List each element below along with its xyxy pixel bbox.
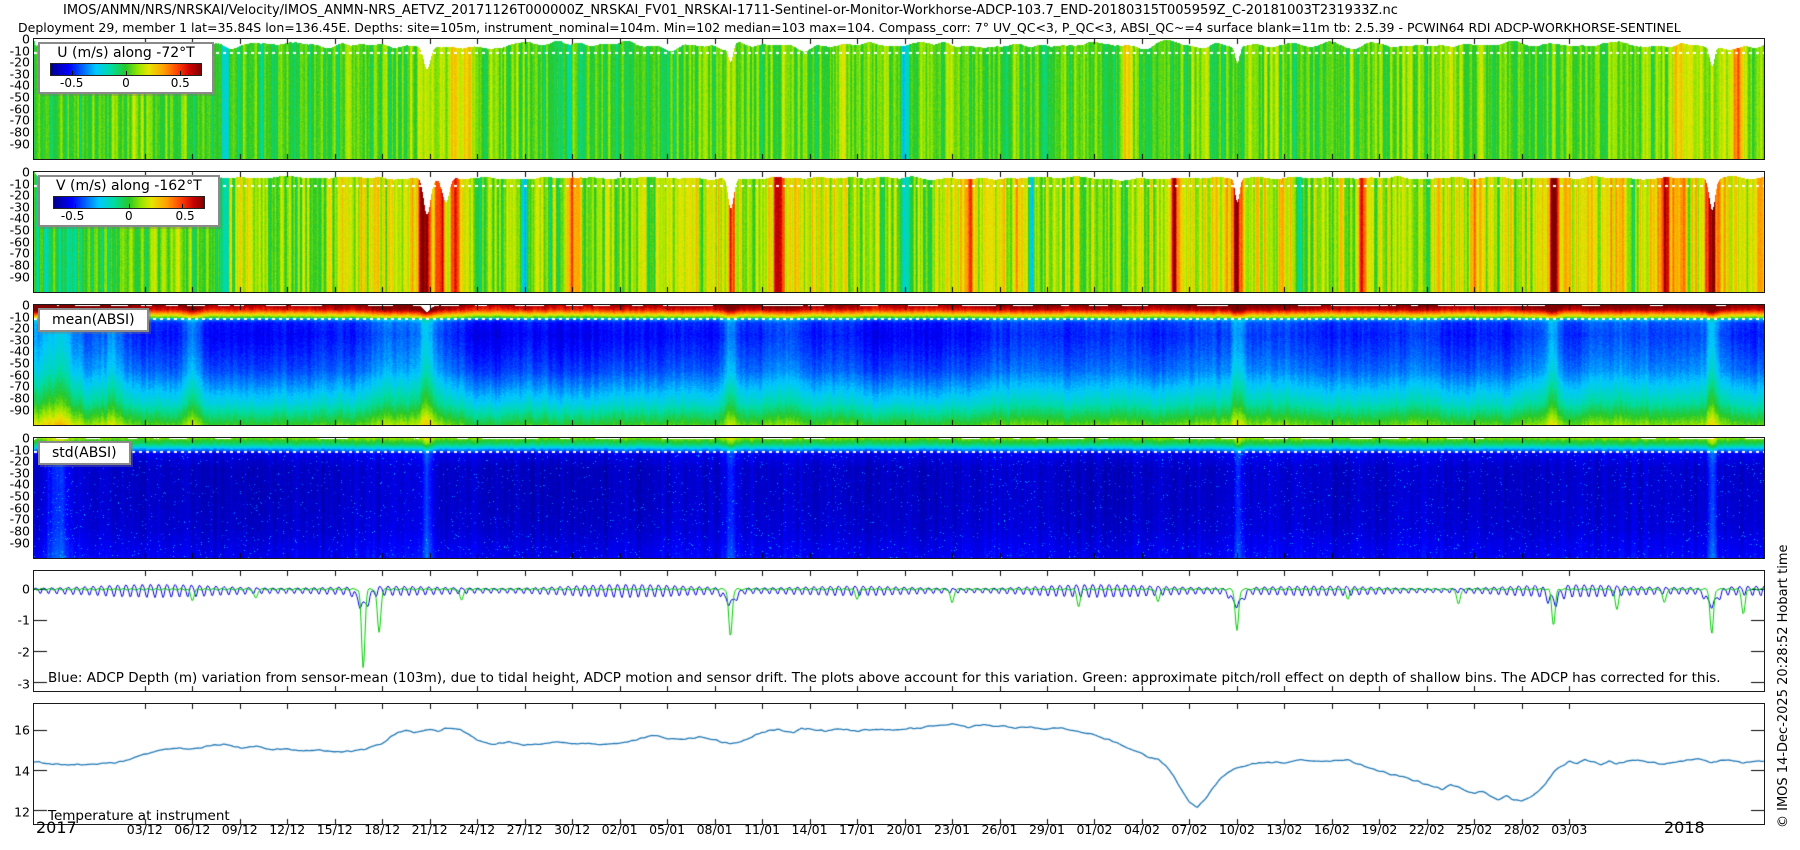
adcp-summary-figure: IMOS/ANMN/NRS/NRSKAI/Velocity/IMOS_ANMN-… — [0, 0, 1800, 850]
x-tick-label: 28/02 — [1504, 822, 1540, 837]
y-tick-label: 12 — [0, 804, 30, 819]
mean-absi-heatmap — [34, 305, 1764, 425]
colorbar-tickmark — [126, 71, 127, 75]
x-tick-label: 03/03 — [1551, 822, 1587, 837]
x-axis-year-start: 2017 — [36, 818, 77, 837]
x-tick-label: 04/02 — [1124, 822, 1160, 837]
x-tick-label: 11/01 — [744, 822, 780, 837]
mean-absi-label: mean(ABSI) — [38, 308, 149, 332]
x-tick-label: 03/12 — [127, 822, 163, 837]
x-axis-year-end: 2018 — [1664, 818, 1705, 837]
x-tick-label: 02/01 — [602, 822, 638, 837]
v-colorbar-legend: V (m/s) along -162°T -0.5 0 0.5 — [38, 175, 220, 227]
colorbar-tick-label: 0.5 — [171, 76, 190, 90]
imos-watermark: © IMOS 14-Dec-2025 20:28:52 Hobart time — [1776, 544, 1791, 828]
colorbar-tickmark — [182, 204, 183, 208]
x-tick-label: 15/12 — [317, 822, 353, 837]
y-tick-label: -90 — [0, 535, 30, 550]
colorbar-tick-label: 0.5 — [176, 209, 195, 223]
colorbar-tick-label: 0 — [122, 76, 130, 90]
depth-variation-panel: Blue: ADCP Depth (m) variation from sens… — [33, 570, 1765, 692]
y-tick-label: -90 — [0, 136, 30, 151]
x-tick-label: 29/01 — [1029, 822, 1065, 837]
u-velocity-heatmap — [34, 39, 1764, 159]
x-tick-label: 25/02 — [1456, 822, 1492, 837]
x-tick-label: 21/12 — [412, 822, 448, 837]
u-velocity-panel: U (m/s) along -72°T -0.5 0 0.5 — [33, 38, 1765, 160]
x-tick-label: 09/12 — [222, 822, 258, 837]
u-colorbar-legend: U (m/s) along -72°T -0.5 0 0.5 — [38, 42, 214, 94]
x-tick-label: 16/02 — [1314, 822, 1350, 837]
std-absi-panel: std(ABSI) — [33, 437, 1765, 559]
u-colorbar — [50, 63, 202, 76]
u-colorbar-ticklabels: -0.5 0 0.5 — [50, 76, 202, 90]
colorbar-tickmark — [180, 71, 181, 75]
std-absi-heatmap — [34, 438, 1764, 558]
y-tick-label: -3 — [0, 676, 30, 691]
colorbar-tick-label: -0.5 — [60, 76, 83, 90]
colorbar-tick-label: 0 — [125, 209, 133, 223]
x-tick-label: 20/01 — [887, 822, 923, 837]
y-tick-label: -90 — [0, 269, 30, 284]
v-colorbar-ticklabels: -0.5 0 0.5 — [50, 209, 208, 223]
x-tick-label: 07/02 — [1171, 822, 1207, 837]
colorbar-tickmark — [72, 71, 73, 75]
y-tick-label: -1 — [0, 613, 30, 628]
y-tick-label: -2 — [0, 645, 30, 660]
std-absi-label: std(ABSI) — [38, 441, 131, 465]
y-tick-label: 0 — [0, 581, 30, 596]
v-velocity-heatmap — [34, 172, 1764, 292]
x-tick-label: 27/12 — [507, 822, 543, 837]
x-tick-label: 10/02 — [1219, 822, 1255, 837]
x-tick-label: 17/01 — [839, 822, 875, 837]
x-tick-label: 01/02 — [1076, 822, 1112, 837]
x-tick-label: 08/01 — [697, 822, 733, 837]
x-tick-label: 24/12 — [459, 822, 495, 837]
x-tick-label: 23/01 — [934, 822, 970, 837]
v-legend-label: V (m/s) along -162°T — [50, 178, 208, 196]
x-tick-label: 22/02 — [1409, 822, 1445, 837]
temperature-panel: Temperature at instrument — [33, 703, 1765, 825]
colorbar-tickmark — [129, 204, 130, 208]
x-tick-label: 19/02 — [1361, 822, 1397, 837]
mean-absi-panel: mean(ABSI) — [33, 304, 1765, 426]
x-tick-label: 05/01 — [649, 822, 685, 837]
u-legend-label: U (m/s) along -72°T — [50, 45, 202, 63]
colorbar-tick-label: -0.5 — [61, 209, 84, 223]
v-velocity-panel: V (m/s) along -162°T -0.5 0 0.5 — [33, 171, 1765, 293]
x-tick-label: 06/12 — [174, 822, 210, 837]
x-tick-label: 12/12 — [269, 822, 305, 837]
depth-variation-annotation: Blue: ADCP Depth (m) variation from sens… — [48, 670, 1721, 686]
y-tick-label: -90 — [0, 402, 30, 417]
figure-title: IMOS/ANMN/NRS/NRSKAI/Velocity/IMOS_ANMN-… — [63, 3, 1398, 18]
v-colorbar — [53, 196, 205, 209]
x-tick-label: 14/01 — [792, 822, 828, 837]
y-tick-label: 14 — [0, 764, 30, 779]
x-tick-label: 18/12 — [364, 822, 400, 837]
y-tick-label: 16 — [0, 723, 30, 738]
figure-subtitle: Deployment 29, member 1 lat=35.84S lon=1… — [18, 20, 1681, 35]
temperature-plot — [34, 704, 1764, 824]
x-tick-label: 13/02 — [1266, 822, 1302, 837]
x-tick-label: 26/01 — [981, 822, 1017, 837]
x-tick-label: 30/12 — [554, 822, 590, 837]
colorbar-tickmark — [75, 204, 76, 208]
